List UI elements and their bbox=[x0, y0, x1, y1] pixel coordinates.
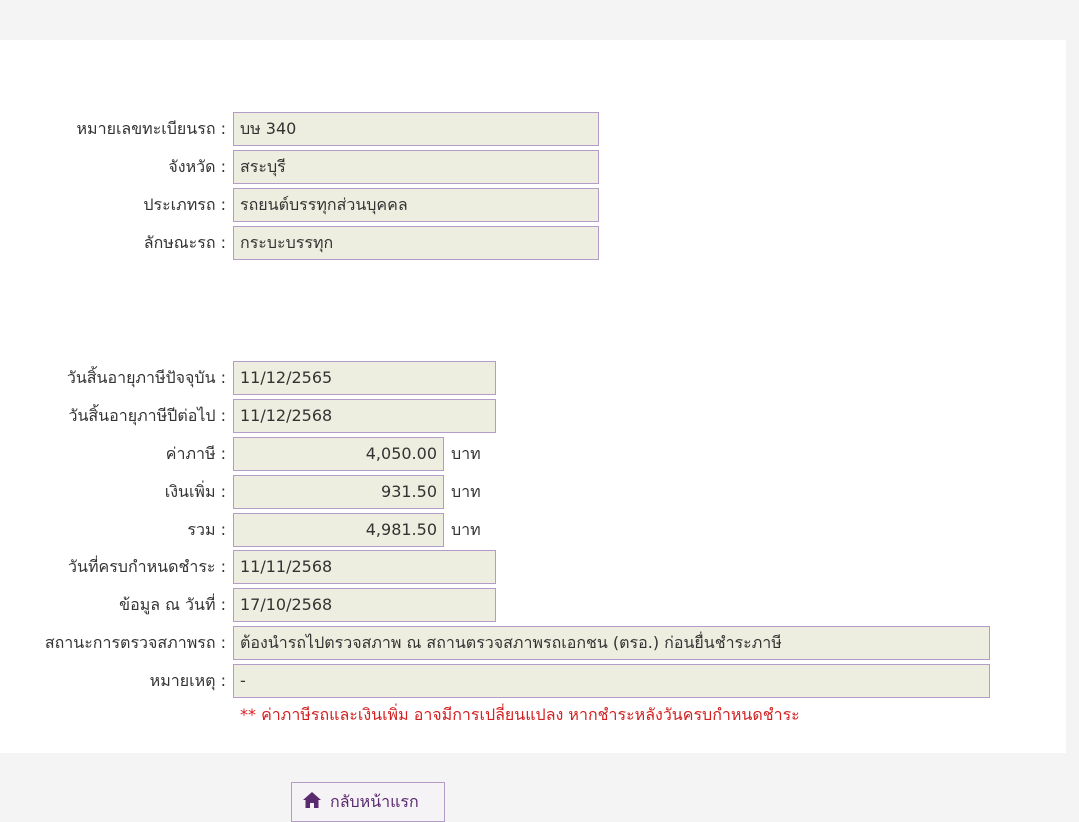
plate-field: บษ 340 bbox=[233, 112, 599, 146]
remark-field: - bbox=[233, 664, 990, 698]
total-field: 4,981.50 bbox=[233, 513, 444, 547]
due-date-field: 11/11/2568 bbox=[233, 550, 496, 584]
current-expiry-label: วันสิ้นอายุภาษีปัจจุบัน : bbox=[66, 368, 226, 387]
surcharge-unit: บาท bbox=[451, 482, 481, 501]
total-unit: บาท bbox=[451, 520, 481, 539]
plate-label: หมายเลขทะเบียนรถ : bbox=[76, 119, 227, 138]
surcharge-field: 931.50 bbox=[233, 475, 444, 509]
vehicle-style-field: กระบะบรรทุก bbox=[233, 226, 599, 260]
back-home-label: กลับหน้าแรก bbox=[330, 791, 419, 811]
vehicle-type-label: ประเภทรถ : bbox=[143, 195, 226, 214]
current-expiry-field: 11/12/2565 bbox=[233, 361, 496, 395]
vehicle-tax-panel: หมายเลขทะเบียนรถ : บษ 340 จังหวัด : สระบ… bbox=[0, 40, 1066, 753]
tax-amount-unit: บาท bbox=[451, 444, 481, 463]
province-field: สระบุรี bbox=[233, 150, 599, 184]
next-expiry-label: วันสิ้นอายุภาษีปีต่อไป : bbox=[68, 406, 226, 425]
province-label: จังหวัด : bbox=[168, 157, 226, 176]
back-home-button[interactable]: กลับหน้าแรก bbox=[291, 782, 445, 822]
next-expiry-field: 11/12/2568 bbox=[233, 399, 496, 433]
inspection-label: สถานะการตรวจสภาพรถ : bbox=[44, 633, 226, 652]
vehicle-type-field: รถยนต์บรรทุกส่วนบุคคล bbox=[233, 188, 599, 222]
data-as-of-field: 17/10/2568 bbox=[233, 588, 496, 622]
due-date-label: วันที่ครบกำหนดชำระ : bbox=[68, 557, 226, 576]
surcharge-label: เงินเพิ่ม : bbox=[164, 482, 226, 501]
warning-note: ** ค่าภาษีรถและเงินเพิ่ม อาจมีการเปลี่ยน… bbox=[240, 705, 800, 724]
inspection-field: ต้องนำรถไปตรวจสภาพ ณ สถานตรวจสภาพรถเอกชน… bbox=[233, 626, 990, 660]
data-as-of-label: ข้อมูล ณ วันที่ : bbox=[119, 595, 226, 614]
remark-label: หมายเหตุ : bbox=[149, 671, 226, 690]
tax-amount-label: ค่าภาษี : bbox=[165, 444, 226, 463]
vehicle-style-label: ลักษณะรถ : bbox=[143, 233, 226, 252]
house-icon bbox=[302, 791, 330, 813]
tax-amount-field: 4,050.00 bbox=[233, 437, 444, 471]
total-label: รวม : bbox=[187, 520, 226, 539]
